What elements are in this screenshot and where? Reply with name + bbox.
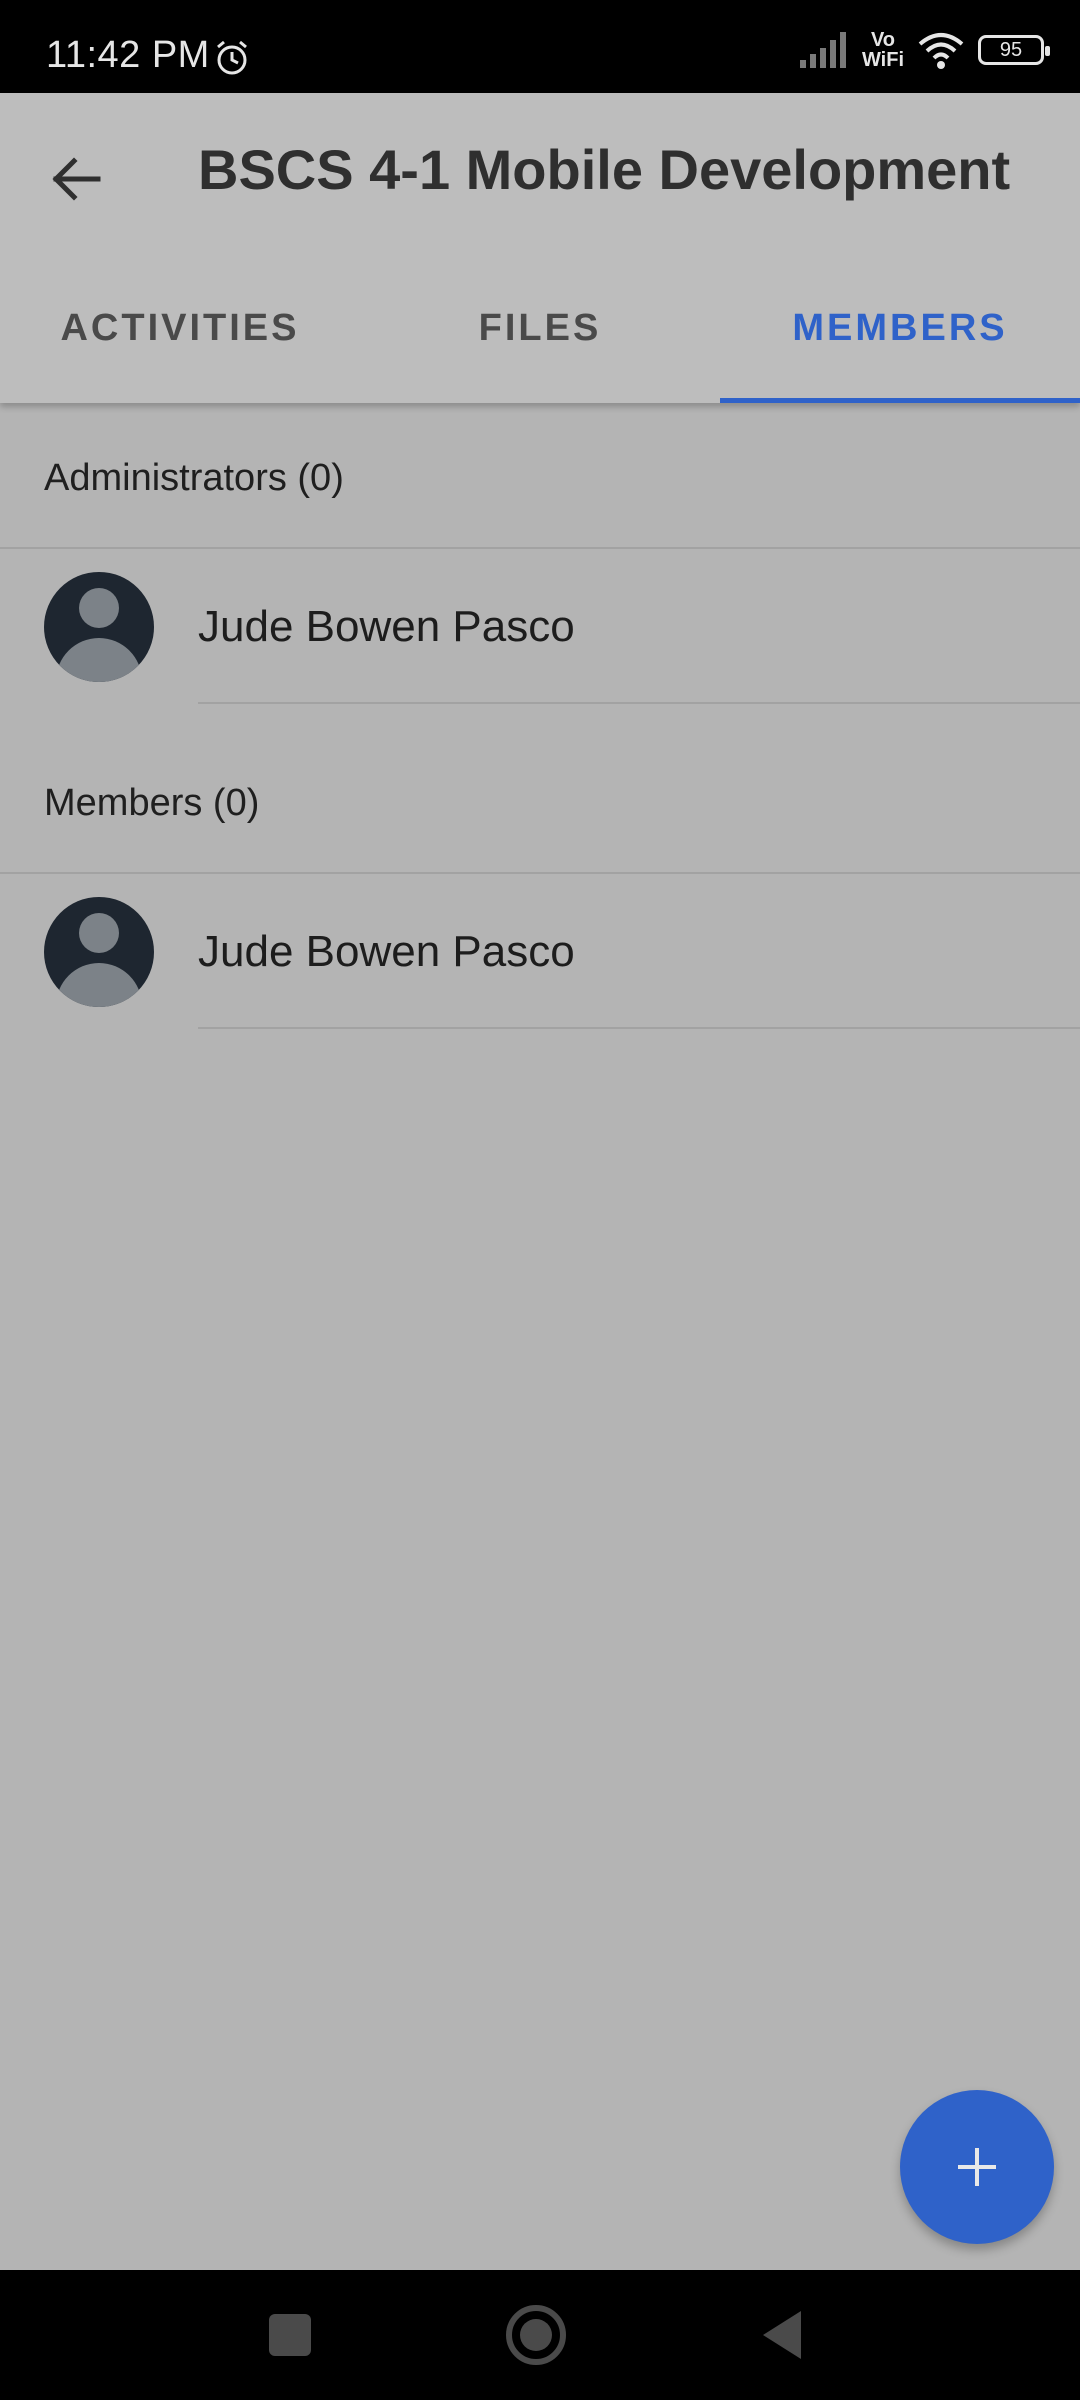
home-button[interactable] xyxy=(496,2295,576,2375)
section-header-administrators: Administrators (0) xyxy=(0,405,1080,549)
tab-bar: ACTIVITIES FILES MEMBERS xyxy=(0,253,1080,403)
wifi-icon xyxy=(918,33,964,69)
app-bar: BSCS 4-1 Mobile Development ACTIVITIES F… xyxy=(0,93,1080,403)
recents-button[interactable] xyxy=(250,2295,330,2375)
member-name: Jude Bowen Pasco xyxy=(198,927,575,976)
member-row[interactable]: Jude Bowen Pasco xyxy=(0,875,1080,1029)
member-row[interactable]: Jude Bowen Pasco xyxy=(0,550,1080,704)
member-name: Jude Bowen Pasco xyxy=(198,602,575,651)
plus-icon xyxy=(958,2148,996,2186)
battery-indicator: 95 xyxy=(978,35,1050,65)
person-avatar-icon xyxy=(44,572,154,682)
status-icons: Vo WiFi 95 xyxy=(798,28,1050,72)
square-recents-icon xyxy=(269,2314,311,2356)
triangle-back-icon xyxy=(763,2311,801,2359)
back-button[interactable] xyxy=(30,133,122,225)
section-title: Administrators (0) xyxy=(44,457,344,499)
system-nav-bar xyxy=(0,2270,1080,2400)
arrow-back-icon xyxy=(52,157,101,201)
section-header-members: Members (0) xyxy=(0,730,1080,874)
section-title: Members (0) xyxy=(44,782,260,824)
status-bar: 11:42 PM Vo WiFi 95 xyxy=(0,0,1080,93)
page-title: BSCS 4-1 Mobile Development xyxy=(198,138,1011,201)
person-avatar-icon xyxy=(44,897,154,1007)
tab-members[interactable]: MEMBERS xyxy=(720,253,1080,403)
divider xyxy=(198,702,1080,704)
nav-back-button[interactable] xyxy=(742,2295,822,2375)
divider xyxy=(198,1027,1080,1029)
alarm-clock-icon xyxy=(217,40,247,75)
tab-files[interactable]: FILES xyxy=(360,253,720,403)
circle-home-icon xyxy=(506,2305,566,2365)
cellular-signal-icon xyxy=(799,32,846,68)
vowifi-indicator: Vo WiFi xyxy=(861,29,904,71)
add-member-button[interactable] xyxy=(900,2090,1054,2244)
status-time: 11:42 PM xyxy=(46,34,210,76)
tab-activities[interactable]: ACTIVITIES xyxy=(0,253,360,403)
